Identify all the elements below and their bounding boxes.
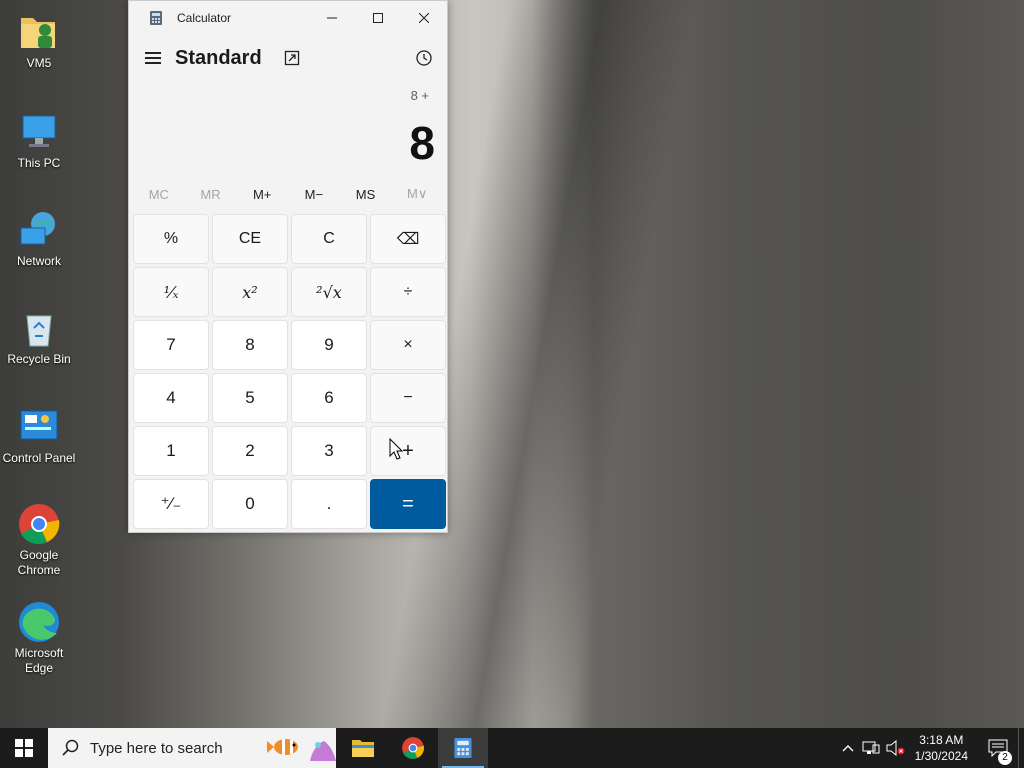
- digit-3-button[interactable]: 3: [291, 426, 367, 476]
- desktop-icon-google-chrome[interactable]: Google Chrome: [2, 502, 76, 578]
- memory-clear-button[interactable]: MC: [133, 187, 185, 202]
- show-hidden-icons-chevron-icon[interactable]: [837, 744, 859, 752]
- square-root-button[interactable]: ²√x: [291, 267, 367, 317]
- file-explorer-icon: [352, 740, 374, 757]
- clock[interactable]: 3:18 AM 1/30/2024: [915, 732, 968, 764]
- taskbar-file-explorer[interactable]: [338, 728, 388, 768]
- hamburger-menu-icon[interactable]: [145, 52, 161, 64]
- keypad: % CE C ⌫ ¹⁄ₓ x² ²√x ÷ 7 8 9 × 4 5 6 − 1 …: [133, 214, 446, 529]
- show-desktop-button[interactable]: [1018, 728, 1024, 768]
- keep-on-top-icon[interactable]: [284, 50, 300, 66]
- windows-logo-icon: [15, 739, 33, 757]
- search-icon: [62, 739, 79, 756]
- taskbar: Type here to search 3:18 AM 1/30/2024 2: [0, 728, 1024, 768]
- desktop-icon-label: Google Chrome: [17, 548, 61, 577]
- digit-0-button[interactable]: 0: [212, 479, 288, 529]
- memory-row: MC MR M+ M− MS M∨: [129, 175, 447, 213]
- clear-entry-button[interactable]: CE: [212, 214, 288, 264]
- expression-display: 8 +: [410, 88, 429, 103]
- window-title: Calculator: [177, 11, 232, 25]
- search-placeholder: Type here to search: [90, 739, 223, 757]
- memory-add-button[interactable]: M+: [236, 187, 288, 202]
- close-button[interactable]: [401, 1, 447, 35]
- clock-date: 1/30/2024: [914, 749, 968, 763]
- taskbar-calculator[interactable]: [438, 728, 488, 768]
- network-icon: [17, 208, 61, 252]
- notification-count-badge: 2: [998, 751, 1012, 765]
- desktop-icon-recycle-bin[interactable]: Recycle Bin: [2, 306, 76, 367]
- digit-7-button[interactable]: 7: [133, 320, 209, 370]
- network-status-icon[interactable]: [859, 740, 883, 756]
- divide-button[interactable]: ÷: [370, 267, 446, 317]
- percent-button[interactable]: %: [133, 214, 209, 264]
- desktop-icon-label: VM5: [26, 56, 52, 70]
- edge-icon: [17, 600, 61, 644]
- title-bar[interactable]: Calculator: [129, 1, 447, 35]
- equals-button[interactable]: =: [370, 479, 446, 529]
- chrome-icon: [17, 502, 61, 546]
- action-center-button[interactable]: 2: [978, 739, 1018, 765]
- memory-list-button[interactable]: M∨: [391, 186, 443, 202]
- digit-5-button[interactable]: 5: [212, 373, 288, 423]
- negate-button[interactable]: ⁺⁄₋: [133, 479, 209, 529]
- maximize-button[interactable]: [355, 1, 401, 35]
- subtract-button[interactable]: −: [370, 373, 446, 423]
- digit-9-button[interactable]: 9: [291, 320, 367, 370]
- decimal-button[interactable]: .: [291, 479, 367, 529]
- memory-subtract-button[interactable]: M−: [288, 187, 340, 202]
- folder-user-icon: [17, 10, 61, 54]
- start-button[interactable]: [0, 728, 48, 768]
- mode-title: Standard: [175, 46, 262, 69]
- maximize-icon: [373, 13, 383, 23]
- calculator-app-icon: [149, 10, 163, 26]
- system-tray: 3:18 AM 1/30/2024 2: [837, 728, 1024, 768]
- minimize-icon: [327, 17, 337, 19]
- close-icon: [419, 13, 429, 23]
- calculator-header: Standard: [129, 35, 447, 81]
- desktop-icon-this-pc[interactable]: This PC: [2, 110, 76, 171]
- digit-6-button[interactable]: 6: [291, 373, 367, 423]
- result-display: 8: [409, 117, 435, 169]
- multiply-button[interactable]: ×: [370, 320, 446, 370]
- computer-icon: [17, 110, 61, 154]
- add-button[interactable]: +: [370, 426, 446, 476]
- minimize-button[interactable]: [309, 1, 355, 35]
- mouse-cursor-icon: [389, 438, 403, 460]
- desktop-icon-control-panel[interactable]: Control Panel: [2, 405, 76, 466]
- desktop-icon-label: Network: [16, 254, 61, 268]
- desktop-icon-microsoft-edge[interactable]: Microsoft Edge: [2, 600, 76, 676]
- search-highlight-fish-icon: [267, 739, 336, 761]
- calculator-icon: [454, 738, 472, 758]
- desktop-icon-label: This PC: [17, 156, 61, 170]
- digit-1-button[interactable]: 1: [133, 426, 209, 476]
- clear-button[interactable]: C: [291, 214, 367, 264]
- desktop-icon-label: Microsoft Edge: [14, 646, 64, 675]
- square-button[interactable]: x²: [212, 267, 288, 317]
- backspace-button[interactable]: ⌫: [370, 214, 446, 264]
- digit-4-button[interactable]: 4: [133, 373, 209, 423]
- clock-time: 3:18 AM: [919, 733, 964, 747]
- control-panel-icon: [17, 405, 61, 449]
- desktop-icon-label: Control Panel: [2, 451, 76, 465]
- memory-store-button[interactable]: MS: [340, 187, 392, 202]
- chrome-icon: [402, 737, 425, 759]
- memory-recall-button[interactable]: MR: [185, 187, 237, 202]
- digit-8-button[interactable]: 8: [212, 320, 288, 370]
- reciprocal-button[interactable]: ¹⁄ₓ: [133, 267, 209, 317]
- taskbar-chrome[interactable]: [388, 728, 438, 768]
- desktop-icon-label: Recycle Bin: [7, 352, 71, 366]
- history-icon[interactable]: [415, 49, 433, 67]
- digit-2-button[interactable]: 2: [212, 426, 288, 476]
- desktop-icon-network[interactable]: Network: [2, 208, 76, 269]
- desktop-icon-vm5[interactable]: VM5: [2, 10, 76, 71]
- recycle-bin-icon: [17, 306, 61, 350]
- volume-muted-icon[interactable]: [883, 740, 907, 756]
- taskbar-search-box[interactable]: Type here to search: [48, 728, 336, 768]
